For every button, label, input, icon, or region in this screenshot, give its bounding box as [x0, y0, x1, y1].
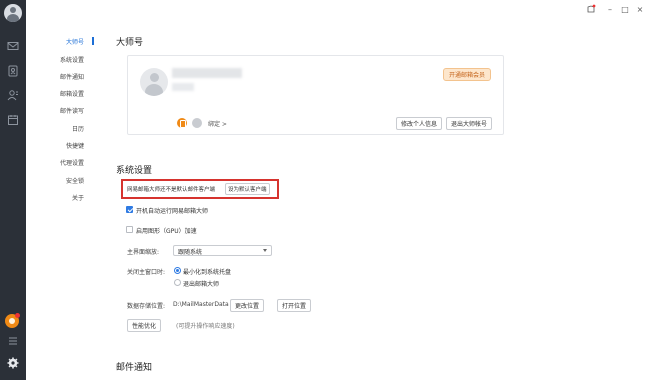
close-option-exit-radio[interactable] — [174, 279, 181, 286]
nav-item-about[interactable]: 关于 — [72, 193, 84, 202]
scale-label: 主界面缩放: — [127, 249, 160, 256]
gpu-label: 启用图形（GPU）加速 — [136, 228, 197, 235]
scale-value: 跟随系统 — [178, 249, 203, 256]
wechat-bind-icon[interactable] — [192, 118, 202, 128]
app-window: 大师号 系统设置 邮件通知 邮箱设置 邮件读写 日历 快捷键 代理设置 安全锁 … — [0, 0, 650, 380]
menu-icon[interactable] — [6, 334, 20, 348]
storage-label: 数据存储位置: — [127, 303, 166, 310]
autostart-label: 开机自动运行网易邮箱大师 — [136, 208, 209, 215]
optimize-note: (可提升操作响应速度) — [176, 323, 235, 330]
nav-item-readwrite[interactable]: 邮件读写 — [60, 106, 84, 115]
minimize-button[interactable]: – — [605, 5, 615, 15]
close-window-label: 关闭主窗口时: — [127, 269, 166, 276]
edit-profile-button[interactable]: 修改个人信息 — [396, 117, 443, 130]
storage-path: D:\MailMasterData — [173, 301, 229, 308]
system-section-title: 系统设置 — [116, 166, 153, 176]
nav-active-indicator — [92, 37, 94, 45]
gpu-checkbox[interactable] — [126, 226, 133, 233]
nav-item-system[interactable]: 系统设置 — [60, 55, 84, 64]
bind-link[interactable]: 绑定 > — [208, 119, 227, 128]
vip-button[interactable]: 开通邮箱会员 — [442, 68, 491, 81]
nav-item-master[interactable]: 大师号 — [66, 37, 84, 46]
logout-master-button[interactable]: 退出大师帐号 — [446, 117, 493, 130]
blurred-name — [172, 68, 242, 78]
blurred-id — [172, 83, 194, 91]
nav-item-mailbox[interactable]: 邮箱设置 — [60, 89, 84, 98]
gear-icon[interactable] — [6, 356, 20, 370]
contacts-icon[interactable] — [6, 88, 20, 102]
close-option-exit-label: 退出邮箱大师 — [183, 281, 220, 288]
close-option-tray-label: 最小化到系统托盘 — [183, 269, 232, 276]
nav-item-proxy[interactable]: 代理设置 — [60, 158, 84, 167]
open-location-button[interactable]: 打开位置 — [277, 299, 312, 312]
notify-section-title: 邮件通知 — [116, 363, 153, 373]
nav-item-notify[interactable]: 邮件通知 — [60, 72, 84, 81]
skin-icon[interactable] — [586, 4, 596, 14]
settings-nav: 大师号 系统设置 邮件通知 邮箱设置 邮件读写 日历 快捷键 代理设置 安全锁 … — [26, 0, 96, 380]
mail-icon[interactable] — [6, 39, 20, 53]
maximize-button[interactable]: □ — [620, 5, 630, 15]
left-rail — [0, 0, 26, 380]
master-section-title: 大师号 — [116, 38, 144, 48]
default-client-text: 网易邮箱大师还不是默认邮件客户端 — [127, 187, 216, 193]
nav-item-shortcuts[interactable]: 快捷键 — [66, 141, 84, 150]
change-location-button[interactable]: 更改位置 — [230, 299, 265, 312]
profile-card: 开通邮箱会员 绑定 > 修改个人信息 退出大师帐号 — [127, 55, 504, 135]
contacts-book-icon[interactable] — [6, 64, 20, 78]
optimize-button[interactable]: 性能优化 — [127, 319, 162, 332]
close-button[interactable]: × — [635, 5, 645, 15]
notification-badge — [15, 313, 20, 318]
set-default-client-button[interactable]: 设为默认客户端 — [225, 183, 270, 195]
mobile-bind-icon[interactable] — [177, 118, 187, 128]
chevron-down-icon — [263, 249, 267, 252]
scale-select[interactable]: 跟随系统 — [173, 245, 272, 256]
close-option-tray-radio[interactable] — [174, 267, 181, 274]
nav-item-calendar[interactable]: 日历 — [72, 124, 84, 133]
autostart-checkbox[interactable] — [126, 206, 133, 213]
calendar-icon[interactable] — [6, 113, 20, 127]
nav-item-security[interactable]: 安全锁 — [66, 176, 84, 185]
profile-avatar — [140, 68, 168, 96]
avatar[interactable] — [4, 4, 22, 22]
